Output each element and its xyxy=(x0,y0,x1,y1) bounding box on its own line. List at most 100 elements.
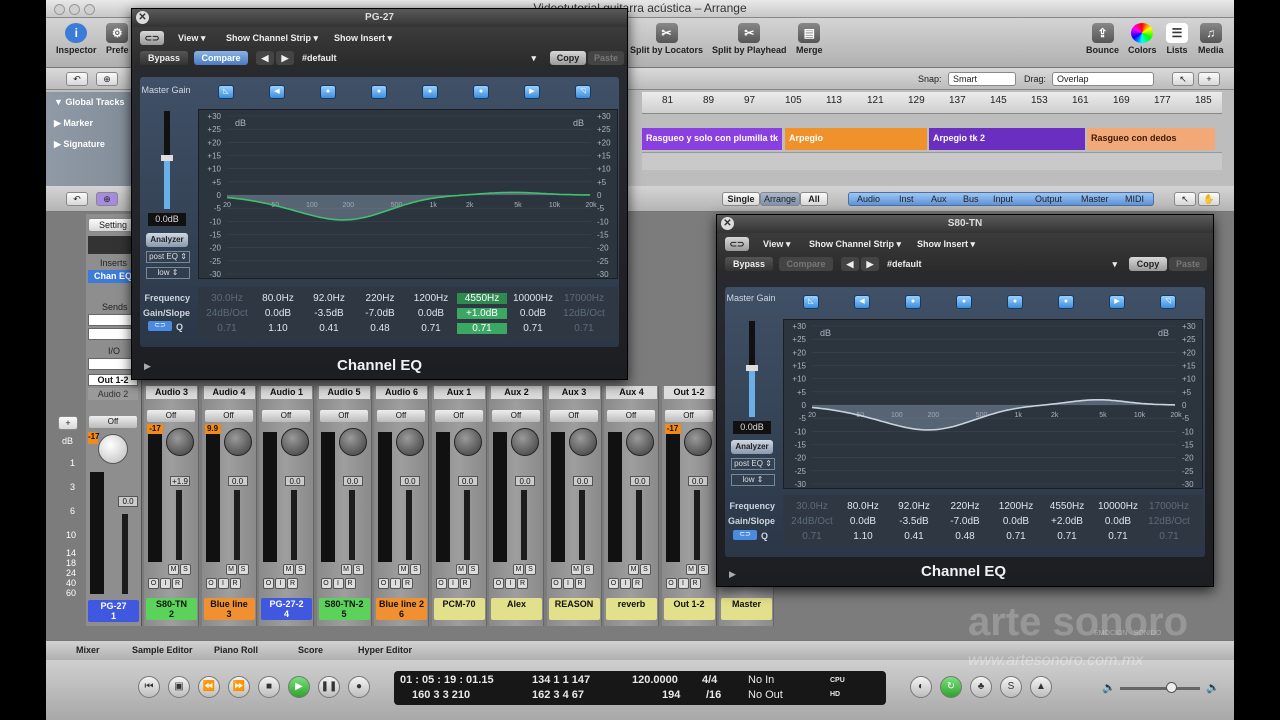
automation-mode[interactable]: Off xyxy=(262,410,310,422)
next-preset-button[interactable]: ▶ xyxy=(276,51,294,65)
volume-value[interactable]: 0.0 xyxy=(515,476,535,486)
filter-output[interactable]: Output xyxy=(1035,194,1062,204)
close-window-button[interactable] xyxy=(54,4,65,15)
band-7-gain[interactable]: 0.0dB xyxy=(508,308,558,319)
band-2-gain[interactable]: 0.0dB xyxy=(838,516,888,527)
band-4-freq[interactable]: 220Hz xyxy=(355,293,405,304)
strip-button-r[interactable]: R xyxy=(344,578,356,589)
tab-sample-editor[interactable]: Sample Editor xyxy=(132,645,193,655)
mute-button[interactable]: M xyxy=(513,564,524,575)
band-2-freq[interactable]: 80.0Hz xyxy=(253,293,303,304)
mixer-pointer-tool[interactable]: ↖ xyxy=(1174,192,1196,206)
volume-value[interactable]: 0.0 xyxy=(227,476,248,486)
band-3-freq[interactable]: 92.0Hz xyxy=(889,501,939,512)
band-3-q[interactable]: 0.41 xyxy=(304,323,354,334)
band-8-gain[interactable]: 12dB/Oct xyxy=(1144,516,1194,527)
strip-button-r[interactable]: R xyxy=(632,578,643,589)
filter-master[interactable]: Master xyxy=(1081,194,1109,204)
band-1-gain[interactable]: 24dB/Oct xyxy=(787,516,837,527)
strip-button-r[interactable]: R xyxy=(574,578,586,589)
band-5-gain[interactable]: 0.0dB xyxy=(406,308,456,319)
band-8-q[interactable]: 0.71 xyxy=(559,323,609,334)
inspector-volume[interactable]: 0.0 xyxy=(118,496,138,507)
cycle-button[interactable]: ↻ xyxy=(940,676,962,698)
volume-value[interactable]: 0.0 xyxy=(630,476,650,486)
region-2[interactable]: Arpegio xyxy=(785,128,927,150)
paste-button[interactable]: Paste xyxy=(588,51,624,65)
link-button[interactable]: ⊕ xyxy=(96,72,118,86)
tab-piano-roll[interactable]: Piano Roll xyxy=(214,645,258,655)
strip-button-i[interactable]: I xyxy=(447,578,459,589)
strip-button-o[interactable]: O xyxy=(148,578,159,589)
band-4-gain[interactable]: -7.0dB xyxy=(940,516,990,527)
volume-fader[interactable] xyxy=(291,490,297,560)
link-icon[interactable]: ⊂⊃ xyxy=(725,237,749,251)
volume-fader[interactable] xyxy=(693,490,700,560)
band-8-freq[interactable]: 17000Hz xyxy=(1144,501,1194,512)
mute-button[interactable]: M xyxy=(340,564,352,575)
copy-button[interactable]: Copy xyxy=(1129,257,1167,271)
band-7-q[interactable]: 0.71 xyxy=(508,323,558,334)
mute-button[interactable]: M xyxy=(628,564,639,575)
solo-button[interactable]: S xyxy=(410,564,421,575)
channel-label[interactable]: Blue line 3 xyxy=(203,598,255,620)
link-q-icon[interactable]: ⊂⊃ xyxy=(148,321,172,331)
strip-button-r[interactable]: R xyxy=(287,578,298,589)
solo-button[interactable]: S xyxy=(352,564,364,575)
band-1-freq[interactable]: 30.0Hz xyxy=(787,501,837,512)
preset-select[interactable]: #default ▾ xyxy=(887,257,1121,271)
stop-button[interactable]: ■ xyxy=(258,676,280,698)
band-3-gain[interactable]: -3.5dB xyxy=(889,516,939,527)
mute-button[interactable]: M xyxy=(455,564,467,575)
analyzer-mode-select[interactable]: post EQ ⇕ xyxy=(731,458,775,470)
view-single[interactable]: Single xyxy=(722,192,760,206)
band-8-freq[interactable]: 17000Hz xyxy=(559,293,609,304)
strip-button-i[interactable]: I xyxy=(160,578,171,589)
filter-inst[interactable]: Inst xyxy=(899,194,914,204)
band-2-gain[interactable]: 0.0dB xyxy=(253,308,303,319)
strip-button-o[interactable]: O xyxy=(205,578,217,589)
view-menu[interactable]: View ▾ xyxy=(178,33,205,44)
automation-mode[interactable]: Off xyxy=(664,410,713,422)
view-menu[interactable]: View ▾ xyxy=(763,239,790,250)
preset-select[interactable]: #default ▾ xyxy=(302,51,540,65)
channel-label[interactable]: Alex xyxy=(491,598,542,620)
band-4-freq[interactable]: 220Hz xyxy=(940,501,990,512)
close-plugin-icon[interactable]: ✕ xyxy=(136,11,149,24)
solo-button[interactable]: S xyxy=(237,564,249,575)
filter-bus[interactable]: Bus xyxy=(963,194,979,204)
channel-label[interactable]: REASON xyxy=(548,598,600,620)
band-6-freq[interactable]: 4550Hz xyxy=(1042,501,1092,512)
band-7-gain[interactable]: 0.0dB xyxy=(1093,516,1143,527)
bypass-button[interactable]: Bypass xyxy=(725,257,773,271)
strip-button-r[interactable]: R xyxy=(459,578,471,589)
go-to-start-button[interactable]: ⏮ xyxy=(138,676,160,698)
volume-value[interactable]: +1.9 xyxy=(170,476,190,486)
band-6-toggle-icon[interactable]: ● xyxy=(473,85,489,99)
master-volume-slider[interactable] xyxy=(1120,682,1200,693)
band-6-q[interactable]: 0.71 xyxy=(1042,531,1092,542)
strip-button-o[interactable]: O xyxy=(435,578,447,589)
filter-midi[interactable]: MIDI xyxy=(1125,194,1144,204)
eq-graph[interactable]: +30 +30 +25 +25 +20 +20 +15 +15 +10 +10 +5 +5 0 0 -5 -5… xyxy=(198,109,618,279)
band-6-q[interactable]: 0.71 xyxy=(457,323,507,334)
band-3-toggle-icon[interactable]: ● xyxy=(905,295,921,309)
mute-button[interactable]: M xyxy=(398,564,409,575)
master-gain-value[interactable]: 0.0dB xyxy=(148,213,186,226)
link-icon[interactable]: ⊂⊃ xyxy=(140,31,164,45)
channel-label[interactable]: Blue line 26 xyxy=(376,598,427,620)
compare-button[interactable]: Compare xyxy=(194,51,248,65)
band-5-gain[interactable]: 0.0dB xyxy=(991,516,1041,527)
band-8-toggle-icon[interactable]: ◹ xyxy=(1160,295,1176,309)
band-5-q[interactable]: 0.71 xyxy=(406,323,456,334)
prefs-button[interactable]: ⚙ Prefe xyxy=(106,23,129,55)
band-5-freq[interactable]: 1200Hz xyxy=(991,501,1041,512)
automation-mode[interactable]: Off xyxy=(147,410,195,422)
band-7-toggle-icon[interactable]: ▶ xyxy=(1109,295,1125,309)
master-gain-slider[interactable] xyxy=(746,321,758,417)
show-channel-strip-menu[interactable]: Show Channel Strip ▾ xyxy=(226,33,318,44)
pause-button[interactable]: ❚❚ xyxy=(318,676,340,698)
automation-mode[interactable]: Off xyxy=(377,410,425,422)
strip-button-o[interactable]: O xyxy=(378,578,389,589)
band-5-freq[interactable]: 1200Hz xyxy=(406,293,456,304)
